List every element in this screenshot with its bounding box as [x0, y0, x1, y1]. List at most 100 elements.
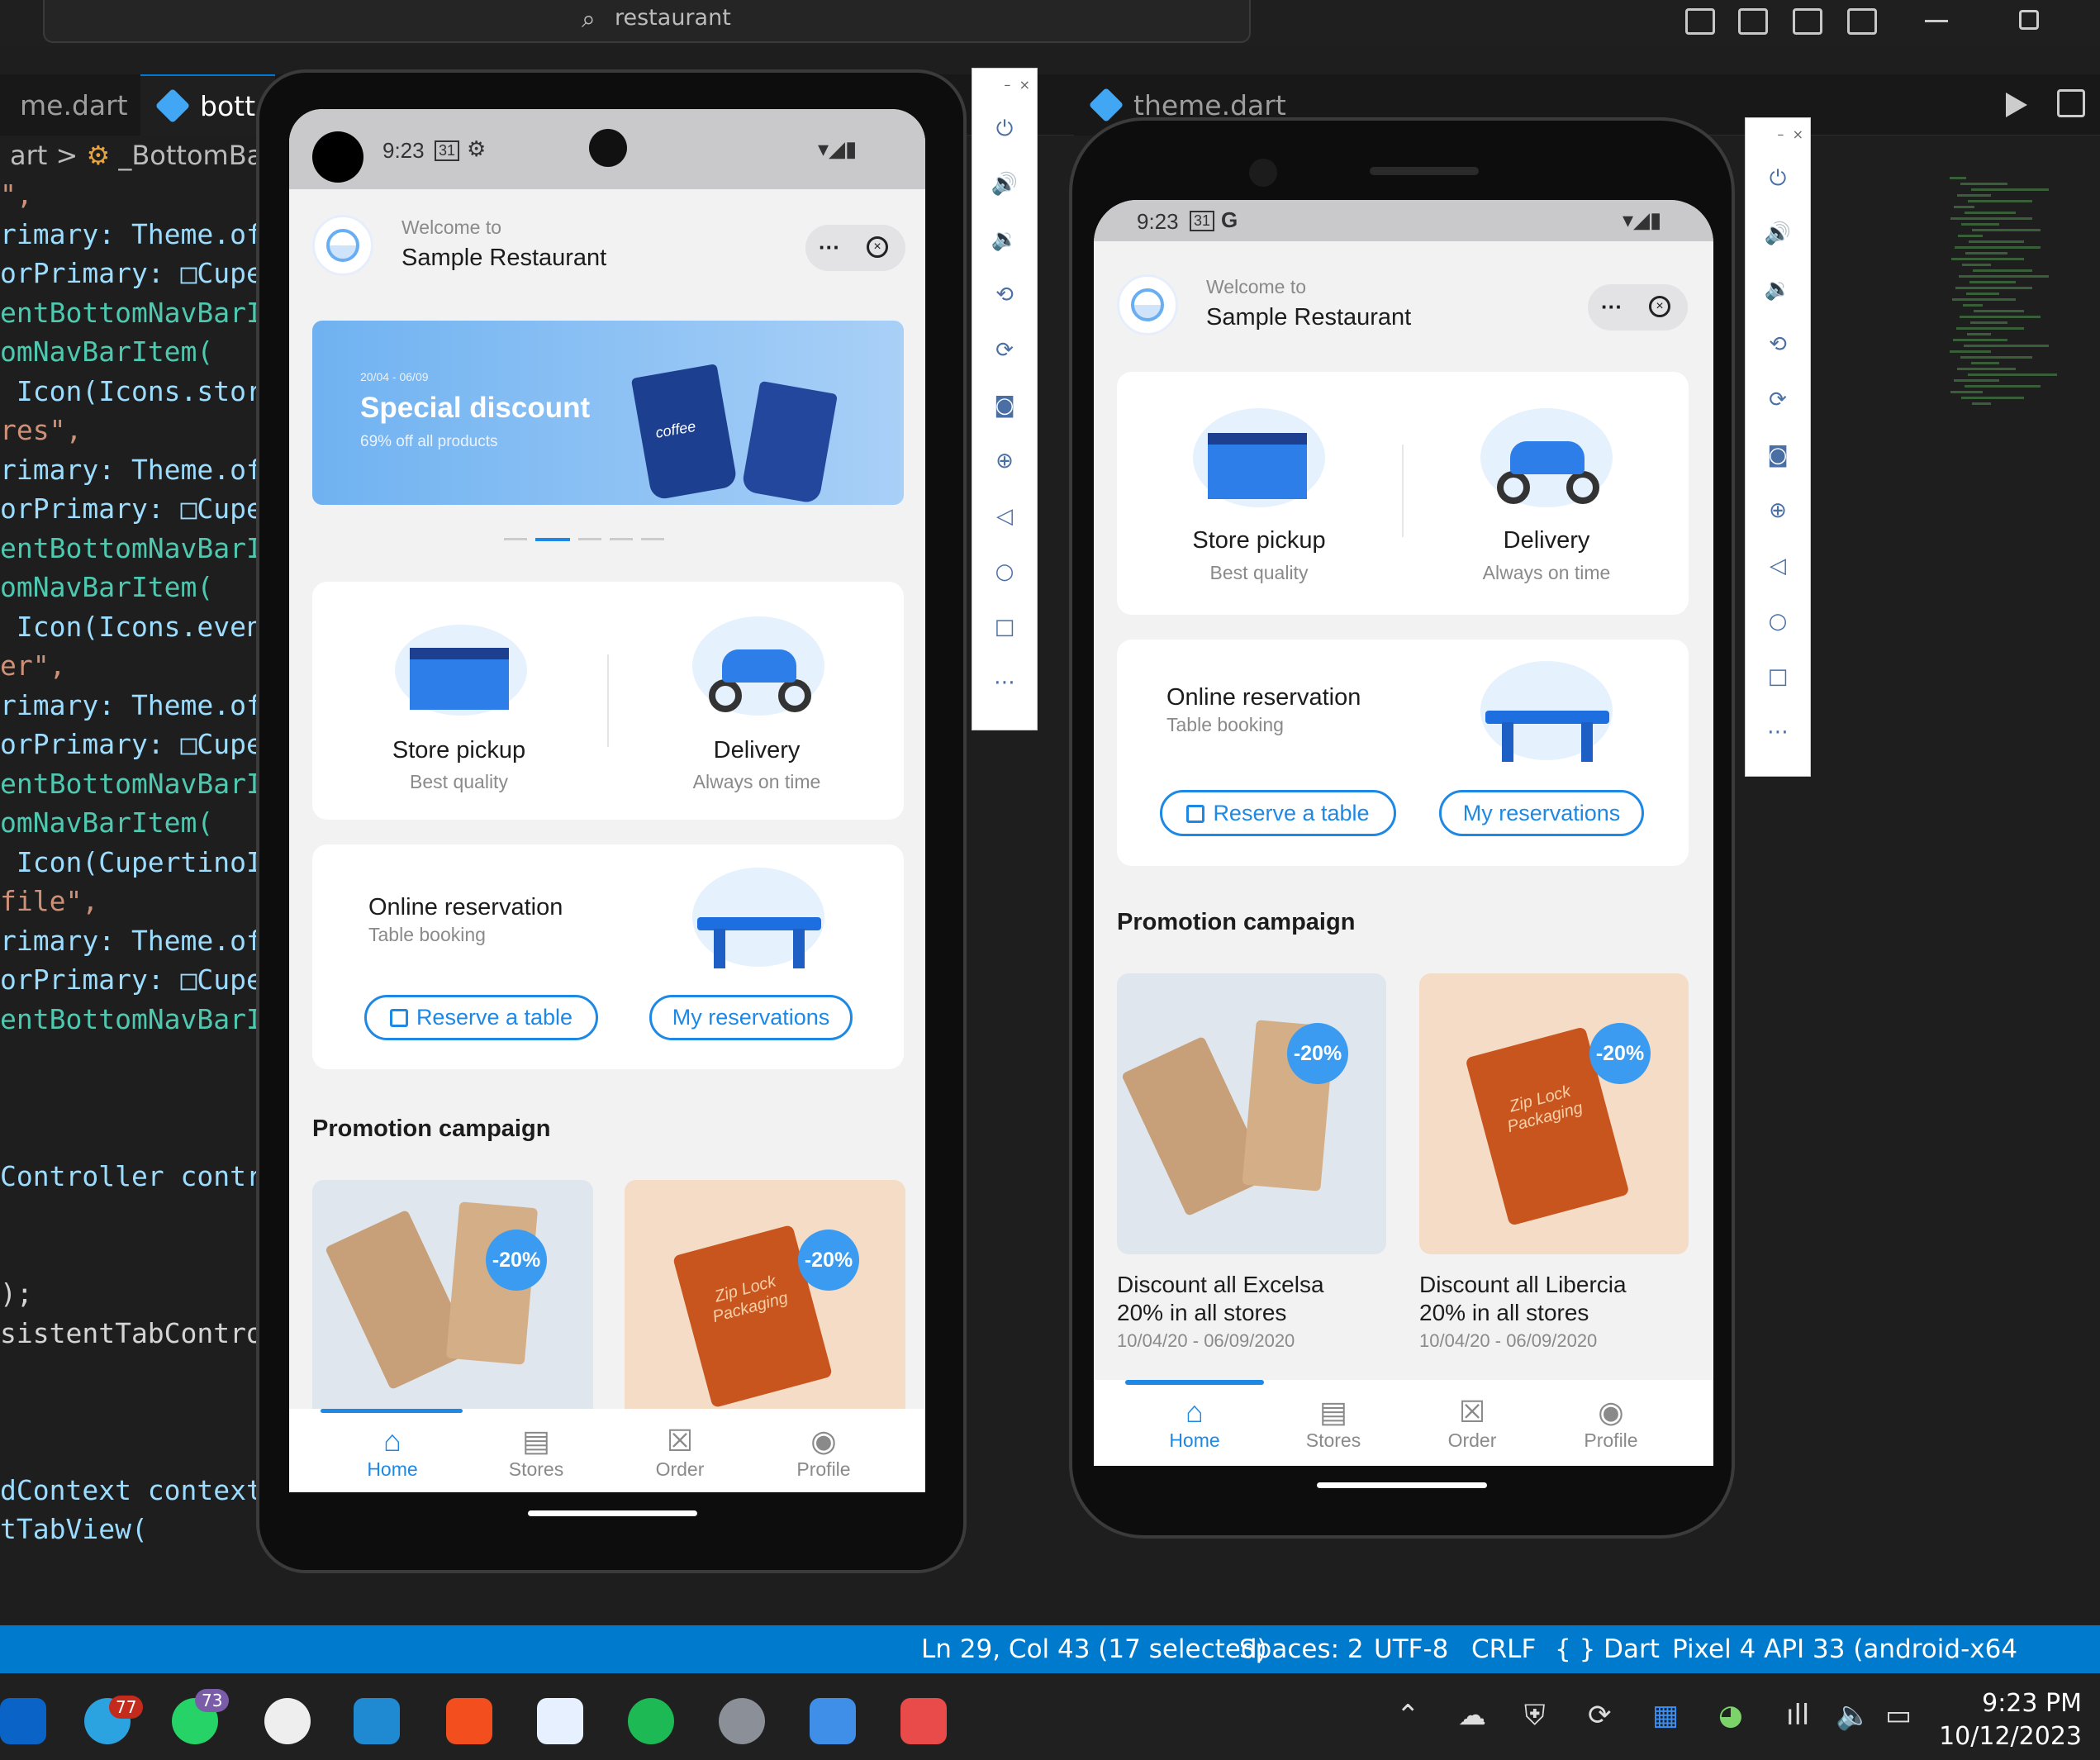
- zoom-icon[interactable]: ⊕: [1746, 483, 1810, 539]
- emulator-window-controls[interactable]: – ×: [972, 69, 1037, 102]
- cloud-offline-icon[interactable]: ☁: [1458, 1699, 1486, 1732]
- tab-file-2[interactable]: bott: [140, 74, 276, 136]
- my-reservations-button[interactable]: My reservations: [649, 995, 853, 1040]
- promo-card-excelsa[interactable]: -20%: [312, 1180, 593, 1420]
- nav-home[interactable]: ⌂ Home: [1125, 1395, 1264, 1452]
- volume-down-icon[interactable]: 🔉: [1746, 262, 1810, 317]
- split-editor-icon[interactable]: [2057, 89, 2085, 117]
- indentation[interactable]: Spaces: 2: [1239, 1625, 1364, 1673]
- promo-card-libercia[interactable]: Zip Lock Packaging -20%: [1419, 973, 1689, 1254]
- toggle-secondary-sidebar-icon[interactable]: [1793, 8, 1822, 35]
- wifi-icon[interactable]: ıll: [1786, 1699, 1809, 1732]
- security-shield-icon[interactable]: ⛨: [1524, 1699, 1546, 1732]
- encoding[interactable]: UTF-8: [1374, 1625, 1448, 1673]
- more-dots-button[interactable]: ···: [819, 235, 840, 260]
- toggle-panel-icon[interactable]: [1738, 8, 1768, 35]
- back-icon[interactable]: ◁: [1746, 539, 1810, 594]
- sync-icon[interactable]: ⟳: [1588, 1699, 1612, 1732]
- nav-profile[interactable]: ◉ Profile: [753, 1424, 894, 1481]
- battery-icon[interactable]: ▭: [1885, 1699, 1912, 1732]
- line-ending[interactable]: CRLF: [1471, 1625, 1536, 1673]
- minimap-line: [1950, 350, 1991, 353]
- color-app-icon[interactable]: ◕: [1718, 1699, 1743, 1732]
- store-pickup-option[interactable]: Store pickup Best quality: [1117, 372, 1401, 615]
- rotate-left-icon[interactable]: ⟲: [972, 268, 1037, 323]
- reserve-table-button[interactable]: Reserve a table: [364, 995, 598, 1040]
- nav-stores[interactable]: ▤ Stores: [466, 1424, 606, 1481]
- volume-down-icon[interactable]: 🔉: [972, 212, 1037, 268]
- command-center-search[interactable]: ⌕ restaurant: [43, 0, 1251, 43]
- back-icon[interactable]: ◁: [972, 489, 1037, 545]
- vscode-icon[interactable]: [354, 1698, 400, 1744]
- rotate-right-icon[interactable]: ⟳: [972, 323, 1037, 378]
- reserve-table-button[interactable]: Reserve a table: [1160, 790, 1396, 836]
- more-icon[interactable]: ⋯: [972, 655, 1037, 711]
- run-icon[interactable]: [2006, 93, 2027, 117]
- volume-up-icon[interactable]: 🔊: [1746, 207, 1810, 262]
- nav-profile[interactable]: ◉ Profile: [1542, 1395, 1680, 1452]
- nav-stores[interactable]: ▤ Stores: [1264, 1395, 1403, 1452]
- tab-file-1[interactable]: me.dart: [0, 74, 148, 136]
- camera-icon[interactable]: ◙: [1746, 428, 1810, 483]
- more-dots-button[interactable]: ···: [1601, 294, 1623, 320]
- overview-icon[interactable]: □: [972, 600, 1037, 655]
- chevron-up-icon[interactable]: ⌃: [1396, 1699, 1420, 1732]
- audio-app-icon[interactable]: ▦: [1652, 1699, 1679, 1732]
- nav-order[interactable]: ☒ Order: [610, 1424, 750, 1481]
- settings-icon[interactable]: [719, 1698, 765, 1744]
- android-status-bar: 9:23 31 ⚙ ▾◢▮: [289, 109, 925, 189]
- home-icon[interactable]: ○: [1746, 594, 1810, 649]
- code-line: Icon(Icons.event: [0, 610, 256, 643]
- camera-icon[interactable]: ◙: [972, 378, 1037, 434]
- emulator-window-controls[interactable]: – ×: [1746, 118, 1810, 151]
- minimize-icon[interactable]: [1925, 20, 1948, 22]
- language-mode[interactable]: { } Dart: [1555, 1625, 1660, 1673]
- nav-label: Stores: [1305, 1429, 1361, 1451]
- code-line: entBottomNavBarIt: [0, 1002, 256, 1035]
- status-time: 9:23: [382, 138, 425, 163]
- figma-icon[interactable]: [446, 1698, 492, 1744]
- customize-layout-icon[interactable]: [1847, 8, 1877, 35]
- promo-card-excelsa[interactable]: -20%: [1117, 973, 1386, 1254]
- photos-icon[interactable]: [810, 1698, 856, 1744]
- minimap-line: [1972, 229, 2041, 231]
- volume-up-icon[interactable]: 🔊: [972, 157, 1037, 212]
- rotate-left-icon[interactable]: ⟲: [1746, 317, 1810, 373]
- promo-card-libercia[interactable]: Zip Lock Packaging -20%: [625, 1180, 905, 1420]
- overview-icon[interactable]: □: [1746, 649, 1810, 705]
- minimap-line: [1971, 362, 1999, 364]
- mail-icon[interactable]: [0, 1698, 46, 1744]
- breadcrumb-file[interactable]: art: [10, 140, 47, 171]
- store-pickup-option[interactable]: Store pickup Best quality: [312, 582, 606, 820]
- toggle-sidebar-icon[interactable]: [1685, 8, 1715, 35]
- snipping-tool-icon[interactable]: [900, 1698, 947, 1744]
- rotate-right-icon[interactable]: ⟳: [1746, 373, 1810, 428]
- promo-banner[interactable]: 20/04 - 06/09 Special discount 69% off a…: [312, 321, 904, 505]
- code-editor[interactable]: ", rimary: Theme.of orPrimary: □Cupe entBot…: [0, 175, 256, 1621]
- my-reservations-button[interactable]: My reservations: [1439, 790, 1644, 836]
- android-emulator-icon[interactable]: [537, 1698, 583, 1744]
- minimap[interactable]: [1950, 174, 2057, 463]
- breadcrumb-symbol[interactable]: _BottomBar: [118, 140, 273, 171]
- power-icon[interactable]: ⏻: [1746, 151, 1810, 207]
- nav-home[interactable]: ⌂ Home: [322, 1424, 463, 1481]
- more-icon[interactable]: ⋯: [1746, 705, 1810, 760]
- close-circle-icon[interactable]: ×: [1649, 296, 1670, 317]
- cursor-position[interactable]: Ln 29, Col 43 (17 selected): [921, 1625, 1267, 1673]
- volume-icon[interactable]: 🔈: [1836, 1699, 1870, 1732]
- restore-icon[interactable]: [2019, 10, 2039, 30]
- power-icon[interactable]: ⏻: [972, 102, 1037, 157]
- delivery-title: Delivery: [1503, 527, 1590, 554]
- nav-order[interactable]: ☒ Order: [1403, 1395, 1542, 1452]
- spotify-icon[interactable]: [628, 1698, 674, 1744]
- close-circle-icon[interactable]: ×: [867, 236, 888, 258]
- github-icon[interactable]: [264, 1698, 311, 1744]
- zoom-icon[interactable]: ⊕: [972, 434, 1037, 489]
- home-icon[interactable]: ○: [972, 545, 1037, 600]
- delivery-option[interactable]: Delivery Always on time: [610, 582, 904, 820]
- clock[interactable]: 9:23 PM 10/12/2023: [1933, 1687, 2082, 1753]
- reserve-table-label: Reserve a table: [1213, 801, 1370, 825]
- minimap-line: [1954, 379, 1999, 382]
- delivery-option[interactable]: Delivery Always on time: [1404, 372, 1689, 615]
